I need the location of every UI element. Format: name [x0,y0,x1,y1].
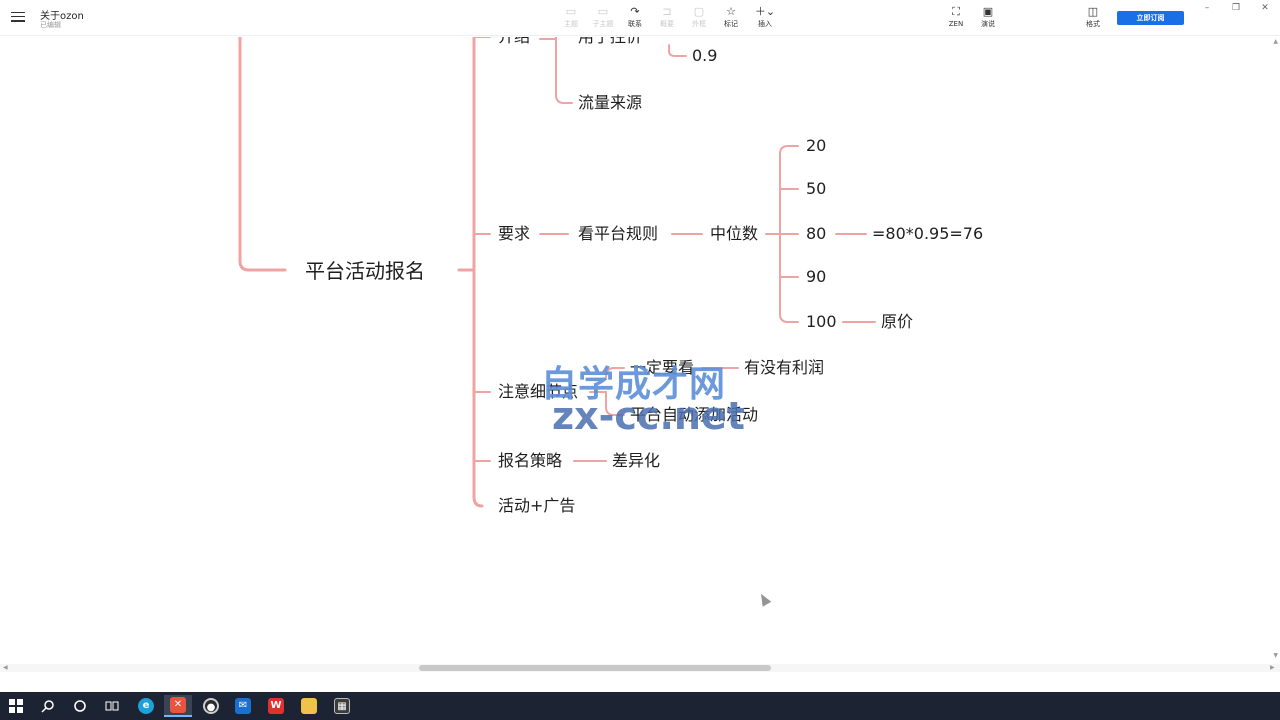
toolbar: 关于ozon 已编辑 ▭ 主题 ▭ 子主题 ↷ 联系 ⊐ 概要 ▢ 外框 ☆ 标… [0,0,1280,36]
subtopic-button[interactable]: ▭ 子主题 [588,5,618,33]
node-value-20[interactable]: 20 [806,136,826,156]
node-price-control[interactable]: 用于控价 [578,37,642,47]
scroll-up-icon[interactable]: ▲ [1273,38,1278,45]
node-value-0-9[interactable]: 0.9 [692,46,717,66]
zen-button[interactable]: ⛶ ZEN [941,5,971,33]
zen-label: ZEN [948,20,964,28]
summary-label: 概要 [660,20,674,28]
relation-icon: ↷ [630,5,640,18]
insert-label: 插入 [758,20,772,28]
fullscreen-icon: ⛶ [952,5,960,18]
node-activity-ads[interactable]: 活动+广告 [498,496,575,516]
scroll-right-icon[interactable]: ▶ [1270,664,1275,671]
node-median[interactable]: 中位数 [710,224,758,244]
node-intro[interactable]: 介绍 [498,37,530,47]
cortana-icon[interactable] [66,695,94,717]
node-value-100[interactable]: 100 [806,312,837,332]
wps-office-icon[interactable]: W [262,695,290,717]
node-value-90[interactable]: 90 [806,267,826,287]
relation-label: 联系 [628,20,642,28]
node-value-80[interactable]: 80 [806,224,826,244]
boundary-button[interactable]: ▢ 外框 [684,5,714,33]
summary-button[interactable]: ⊐ 概要 [652,5,682,33]
marker-star-icon: ☆ [726,5,736,18]
branch-lines [238,37,876,508]
screen-recorder-icon[interactable]: ● [197,695,225,717]
topic-icon: ▭ [565,5,577,18]
node-requirement[interactable]: 要求 [498,224,530,244]
mindmap-app-window: 关于ozon 已编辑 ▭ 主题 ▭ 子主题 ↷ 联系 ⊐ 概要 ▢ 外框 ☆ 标… [0,0,1280,692]
hamburger-menu-icon[interactable] [10,9,26,25]
xmind-app-icon[interactable]: ✕ [164,695,192,717]
node-platform-rules[interactable]: 看平台规则 [578,224,658,244]
topic-button[interactable]: ▭ 主题 [556,5,586,33]
node-profit[interactable]: 有没有利润 [744,358,824,378]
scroll-down-icon[interactable]: ▼ [1273,652,1278,659]
format-button[interactable]: ◫ 格式 [1078,5,1108,33]
topic-label: 主题 [564,20,578,28]
node-traffic-source[interactable]: 流量来源 [578,93,642,113]
start-windows-icon[interactable] [2,695,30,717]
edge-browser-icon[interactable]: e [132,695,160,717]
close-icon[interactable]: ✕ [1258,2,1272,14]
calculator-icon[interactable]: ▦ [328,695,356,717]
node-strategy[interactable]: 报名策略 [498,451,562,471]
summary-icon: ⊐ [662,5,672,18]
mail-app-icon[interactable]: ✉ [229,695,257,717]
marker-button[interactable]: ☆ 标记 [716,5,746,33]
format-label: 格式 [1086,20,1100,28]
node-value-50[interactable]: 50 [806,179,826,199]
subscribe-button[interactable]: 立即订阅 [1117,11,1184,25]
insert-plus-icon: ＋⌄ [754,5,776,18]
taskbar: e ✕ ● ✉ W ▦ [0,692,1280,720]
file-explorer-icon[interactable] [295,695,323,717]
present-label: 演说 [981,20,995,28]
node-differentiation[interactable]: 差异化 [612,451,660,471]
node-formula[interactable]: =80*0.95=76 [872,224,983,244]
boundary-icon: ▢ [693,5,705,18]
subtopic-label: 子主题 [592,20,614,28]
subtopic-icon: ▭ [597,5,609,18]
search-icon[interactable] [34,695,62,717]
mindmap-canvas[interactable]: 介绍 用于控价 0.9 流量来源 平台活动报名 要求 看平台规则 中位数 20 … [0,37,1280,664]
watermark-url: zx-cc.net [552,394,745,438]
scroll-left-icon[interactable]: ◀ [3,664,8,671]
horizontal-scrollbar-thumb[interactable] [419,665,771,671]
boundary-label: 外框 [692,20,706,28]
present-button[interactable]: ▣ 演说 [973,5,1003,33]
present-icon: ▣ [982,5,994,18]
marker-label: 标记 [724,20,738,28]
minimize-icon[interactable]: – [1200,2,1214,14]
node-original-price[interactable]: 原价 [881,312,913,332]
restore-icon[interactable]: ❐ [1229,2,1243,14]
task-view-icon[interactable] [98,695,126,717]
document-status: 已编辑 [40,21,61,29]
format-panel-icon: ◫ [1087,5,1099,18]
insert-button[interactable]: ＋⌄ 插入 [750,5,780,33]
node-root[interactable]: 平台活动报名 [305,258,425,284]
relation-button[interactable]: ↷ 联系 [620,5,650,33]
